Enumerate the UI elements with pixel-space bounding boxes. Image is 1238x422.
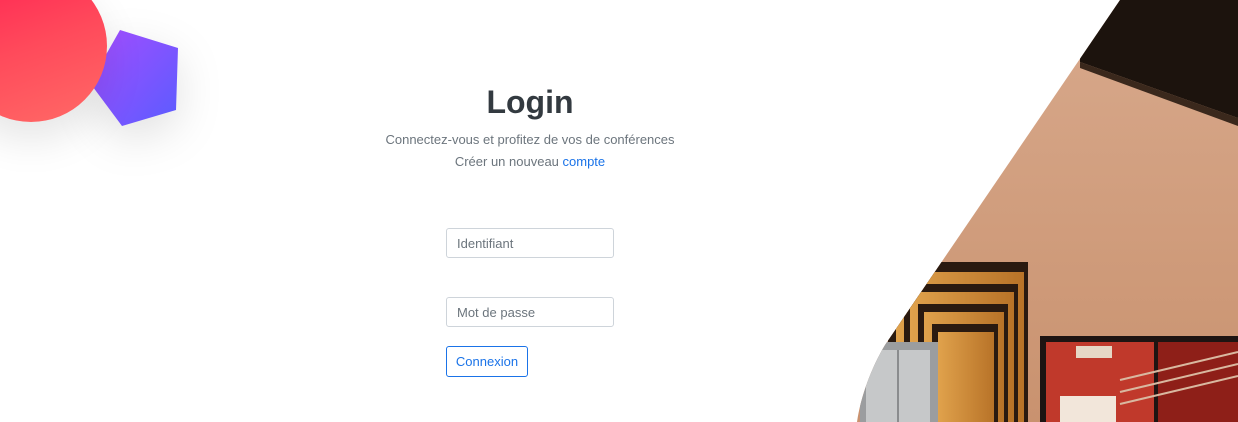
login-page: Login Connectez-vous et profitez de vos … <box>0 0 1238 422</box>
login-subtitle: Connectez-vous et profitez de vos de con… <box>385 132 675 147</box>
username-input[interactable] <box>446 228 614 258</box>
create-account-link[interactable]: compte <box>563 154 606 169</box>
page-title: Login <box>486 84 574 120</box>
password-input[interactable] <box>446 297 614 327</box>
decorative-shapes <box>0 0 230 170</box>
create-account-prefix: Créer un nouveau <box>454 154 563 169</box>
create-account-line: Créer un nouveau compte <box>330 153 730 171</box>
login-button[interactable]: Connexion <box>446 346 528 377</box>
